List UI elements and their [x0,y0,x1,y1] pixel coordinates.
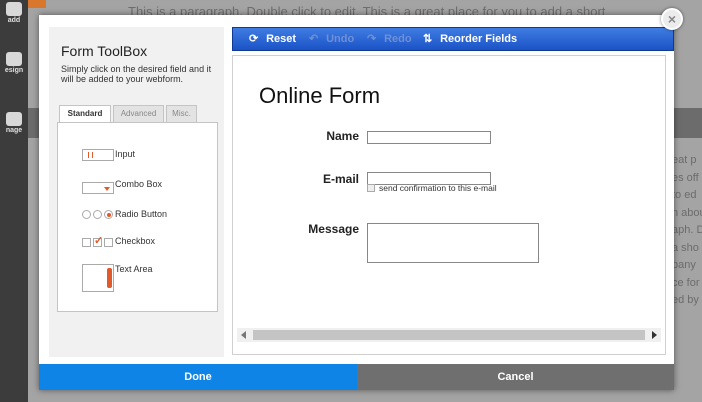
reorder-icon: ⇅ [423,33,433,45]
text-area-icon [82,264,114,292]
done-button[interactable]: Done [39,364,357,390]
tab-standard[interactable]: Standard [59,105,111,123]
tab-misc[interactable]: Misc. [166,105,197,122]
radio-button-icon [82,209,114,221]
background-tool-design: esign [0,52,28,74]
background-right-text: eat p es off to ed n abou aph. D a sho p… [672,154,702,306]
message-label: Message [308,222,359,236]
name-input[interactable] [367,131,491,144]
checkbox-icon: ✓ [82,235,114,248]
reorder-fields-button[interactable]: ⇅ Reorder Fields [423,32,517,45]
scroll-right-icon[interactable] [652,331,657,339]
form-builder-dialog: Form ToolBox Simply click on the desired… [39,15,674,390]
editor-toolbar: ⟳ Reset ↶ Undo ↷ Redo ⇅ Reorder Fields [232,27,674,51]
undo-icon: ↶ [309,33,319,45]
design-icon [6,52,22,66]
scrollbar-thumb[interactable] [253,330,645,340]
reset-icon: ⟳ [249,33,259,45]
send-confirmation-checkbox[interactable] [367,184,375,192]
field-palette: Input Combo Box Radio Button ✓ Checkbox … [57,122,218,312]
background-sidebar: add esign nage [0,0,28,402]
combo-box-icon [82,182,114,194]
manage-icon [6,112,22,126]
form-editor-canvas: Online Form Name E-mail send confirmatio… [232,55,666,355]
toolbox-title: Form ToolBox [61,43,148,59]
background-tool-add: add [0,2,28,24]
email-label: E-mail [322,172,359,186]
background-tool-manage: nage [0,112,28,134]
background-accent [28,0,46,8]
toolbox-description: Simply click on the desired field and it… [61,64,212,84]
redo-button[interactable]: ↷ Redo [367,32,412,45]
form-toolbox-panel: Form ToolBox Simply click on the desired… [49,27,224,357]
add-icon [6,2,22,16]
cancel-button[interactable]: Cancel [357,364,674,390]
close-icon[interactable]: × [661,8,683,30]
name-label: Name [326,129,359,143]
message-textarea[interactable] [367,223,539,263]
redo-icon: ↷ [367,33,377,45]
tab-advanced[interactable]: Advanced [113,105,164,122]
horizontal-scrollbar[interactable] [237,328,661,342]
form-title[interactable]: Online Form [259,83,380,109]
undo-button[interactable]: ↶ Undo [309,32,354,45]
send-confirmation-option[interactable]: send confirmation to this e-mail [367,183,497,193]
input-field-icon [82,149,114,161]
reset-button[interactable]: ⟳ Reset [249,32,296,45]
scroll-left-icon[interactable] [241,331,246,339]
